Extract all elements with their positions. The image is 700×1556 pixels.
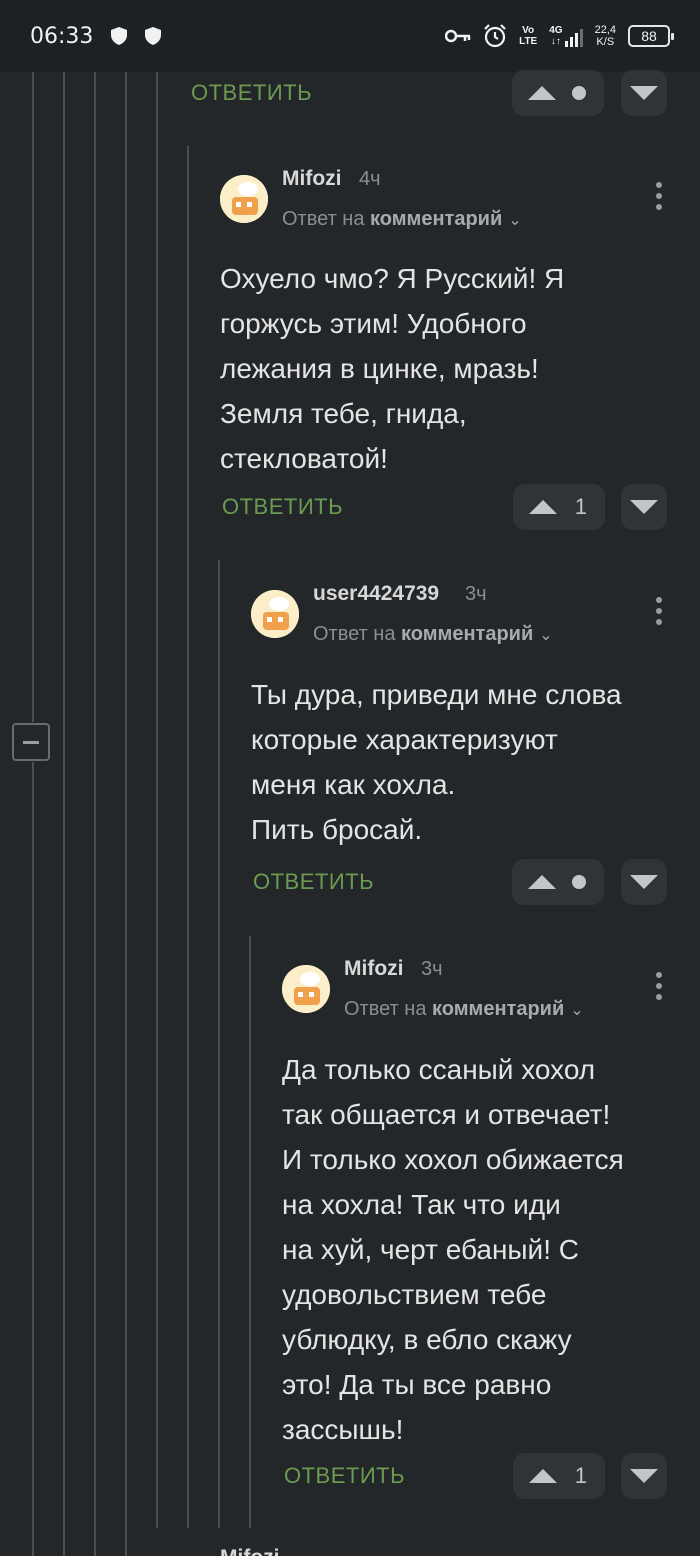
comment-body: Охуело чмо? Я Русский! Я горжусь этим! У…: [220, 263, 565, 474]
shield-icon: [145, 27, 162, 45]
minus-icon: [23, 740, 39, 744]
thread-line: [32, 762, 34, 1556]
reply-button[interactable]: ОТВЕТИТЬ: [222, 494, 343, 520]
downvote-button[interactable]: [621, 859, 667, 905]
thread-line: [32, 72, 34, 722]
avatar[interactable]: [282, 965, 330, 1013]
vote-dot-icon: [572, 875, 586, 889]
shield-icon: [111, 27, 128, 45]
comment-username[interactable]: Mifozi: [220, 1546, 279, 1556]
comment-username[interactable]: Mifozi: [282, 167, 341, 191]
reply-button[interactable]: ОТВЕТИТЬ: [284, 1463, 405, 1489]
downvote-button[interactable]: [621, 70, 667, 116]
upvote-button[interactable]: [512, 859, 604, 905]
comment-username[interactable]: user4424739: [313, 582, 439, 606]
arrow-up-icon: [529, 500, 557, 514]
thread-line: [249, 936, 251, 1528]
thread-line: [94, 72, 96, 1556]
thread-line: [125, 72, 127, 1556]
chef-avatar-icon: [220, 175, 268, 223]
signal-icon: 4G ↓↑: [549, 25, 583, 47]
chevron-down-icon: ⌄: [570, 1002, 584, 1019]
collapse-thread-button[interactable]: [12, 723, 50, 761]
upvote-button[interactable]: 1: [513, 1453, 605, 1499]
arrow-down-icon: [630, 1469, 658, 1483]
thread-line: [156, 72, 158, 1528]
alarm-icon: [484, 24, 506, 48]
comments-screen: 06:33 Vo LTE 4G ↓↑ 22,4 K/S 88 ОТВЕТИТЬ …: [0, 0, 700, 1556]
arrow-down-icon: [630, 875, 658, 889]
reply-to-link[interactable]: Ответ на комментарий ⌄: [344, 998, 584, 1021]
vote-count: 1: [574, 1463, 587, 1488]
volte-indicator: Vo LTE: [519, 25, 538, 47]
key-icon: [445, 29, 471, 43]
arrow-down-icon: [630, 86, 658, 100]
comment-username[interactable]: Mifozi: [344, 957, 403, 981]
reply-to-link[interactable]: Ответ на комментарий ⌄: [313, 623, 553, 646]
arrow-up-icon: [528, 875, 556, 889]
arrow-up-icon: [529, 1469, 557, 1483]
avatar[interactable]: [220, 175, 268, 223]
arrow-up-icon: [528, 86, 556, 100]
chevron-down-icon: ⌄: [539, 627, 553, 644]
upvote-button[interactable]: 1: [513, 484, 605, 530]
comment-time: 3ч: [465, 583, 487, 605]
status-bar: 06:33 Vo LTE 4G ↓↑ 22,4 K/S 88: [0, 0, 700, 72]
network-speed: 22,4 K/S: [594, 24, 616, 48]
more-options-icon[interactable]: [656, 972, 662, 1000]
reply-button[interactable]: ОТВЕТИТЬ: [253, 869, 374, 895]
more-options-icon[interactable]: [656, 597, 662, 625]
avatar[interactable]: [251, 590, 299, 638]
arrow-down-icon: [630, 500, 658, 514]
comment-body: Да только ссаный хохол так общается и от…: [282, 1054, 624, 1445]
reply-button[interactable]: ОТВЕТИТЬ: [191, 80, 312, 106]
downvote-button[interactable]: [621, 484, 667, 530]
thread-line: [218, 560, 220, 1528]
status-time: 06:33: [30, 23, 94, 49]
chef-avatar-icon: [282, 965, 330, 1013]
more-options-icon[interactable]: [656, 182, 662, 210]
vote-dot-icon: [572, 86, 586, 100]
battery-icon: 88: [628, 25, 674, 47]
chevron-down-icon: ⌄: [508, 212, 522, 229]
chef-avatar-icon: [251, 590, 299, 638]
reply-to-link[interactable]: Ответ на комментарий ⌄: [282, 208, 522, 231]
vote-count: 1: [574, 494, 587, 519]
downvote-button[interactable]: [621, 1453, 667, 1499]
comment-time: 4ч: [359, 168, 381, 190]
thread-line: [187, 146, 189, 1528]
comment-body: Ты дура, приведи мне слова которые харак…: [251, 679, 622, 845]
thread-line: [63, 72, 65, 1556]
comment-time: 3ч: [421, 958, 443, 980]
upvote-button[interactable]: [512, 70, 604, 116]
